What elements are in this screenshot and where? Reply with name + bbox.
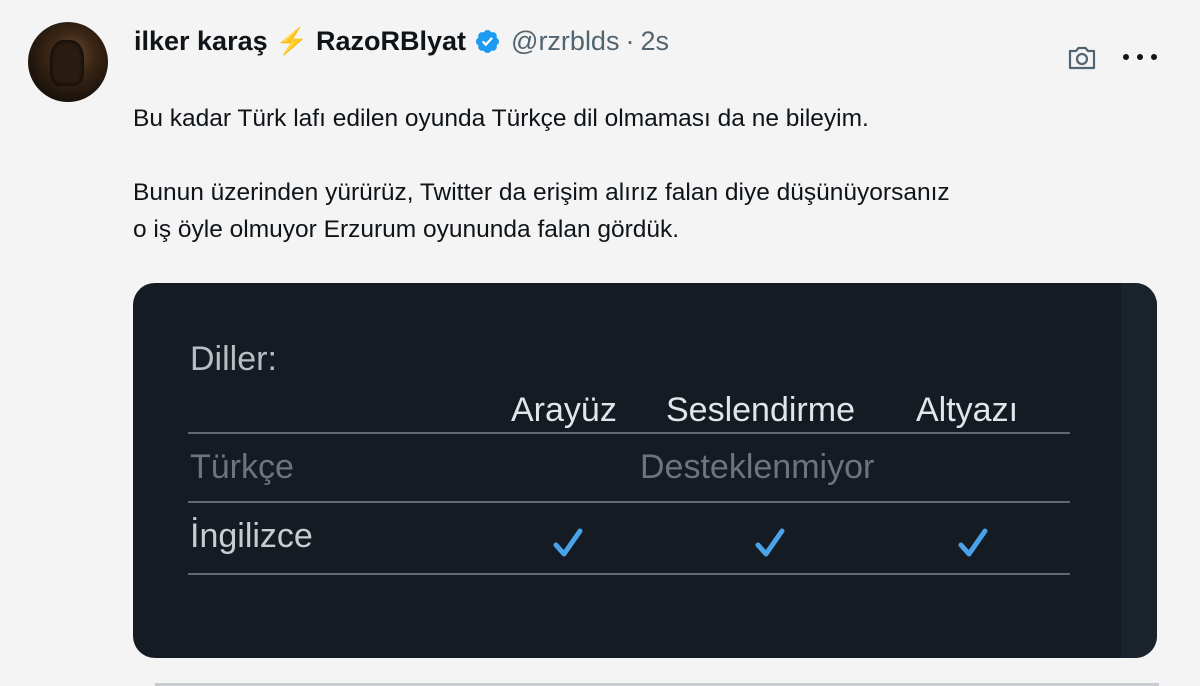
separator-dot: · [625,26,635,56]
author-handle[interactable]: @rzrblds [511,26,619,57]
languages-title: Diller: [190,340,277,378]
more-dot [1151,54,1157,60]
divider [188,573,1070,575]
tweet-text: Bu kadar Türk lafı edilen oyunda Türkçe … [133,100,1163,248]
bolt-emoji: ⚡ [275,26,308,56]
avatar[interactable] [28,22,108,102]
unsupported-label: Desteklenmiyor [640,448,875,486]
tweet-text-line: Bunun üzerinden yürürüz, Twitter da eriş… [133,179,950,206]
tweet-text-line: o iş öyle olmuyor Erzurum oyununda falan… [133,216,680,243]
language-turkish: Türkçe [190,448,294,486]
tweet-text-line: Bu kadar Türk lafı edilen oyunda Türkçe … [133,105,869,132]
divider [188,432,1070,434]
verified-icon [476,29,500,54]
column-voice: Seslendirme [666,391,855,429]
more-icon[interactable] [1123,44,1157,70]
language-english: İngilizce [190,517,313,555]
column-subtitles: Altyazı [916,391,1019,429]
more-dot [1137,54,1143,60]
media-side-strip [1121,283,1157,658]
camera-icon[interactable] [1066,44,1098,72]
check-icon [755,528,785,557]
divider [188,501,1070,503]
tweet-time[interactable]: 2s [640,26,669,57]
check-icon [958,528,988,557]
column-interface: Arayüz [511,391,617,429]
more-dot [1123,54,1129,60]
tweet-media-image[interactable]: Diller: Arayüz Seslendirme Altyazı Türkç… [133,283,1157,658]
check-icon [553,528,583,557]
tweet-header: ilker karaş ⚡ RazoRBlyat @rzrblds · 2s [134,26,669,57]
display-name[interactable]: RazoRBlyat [316,26,466,57]
author-name[interactable]: ilker karaş [134,26,268,57]
